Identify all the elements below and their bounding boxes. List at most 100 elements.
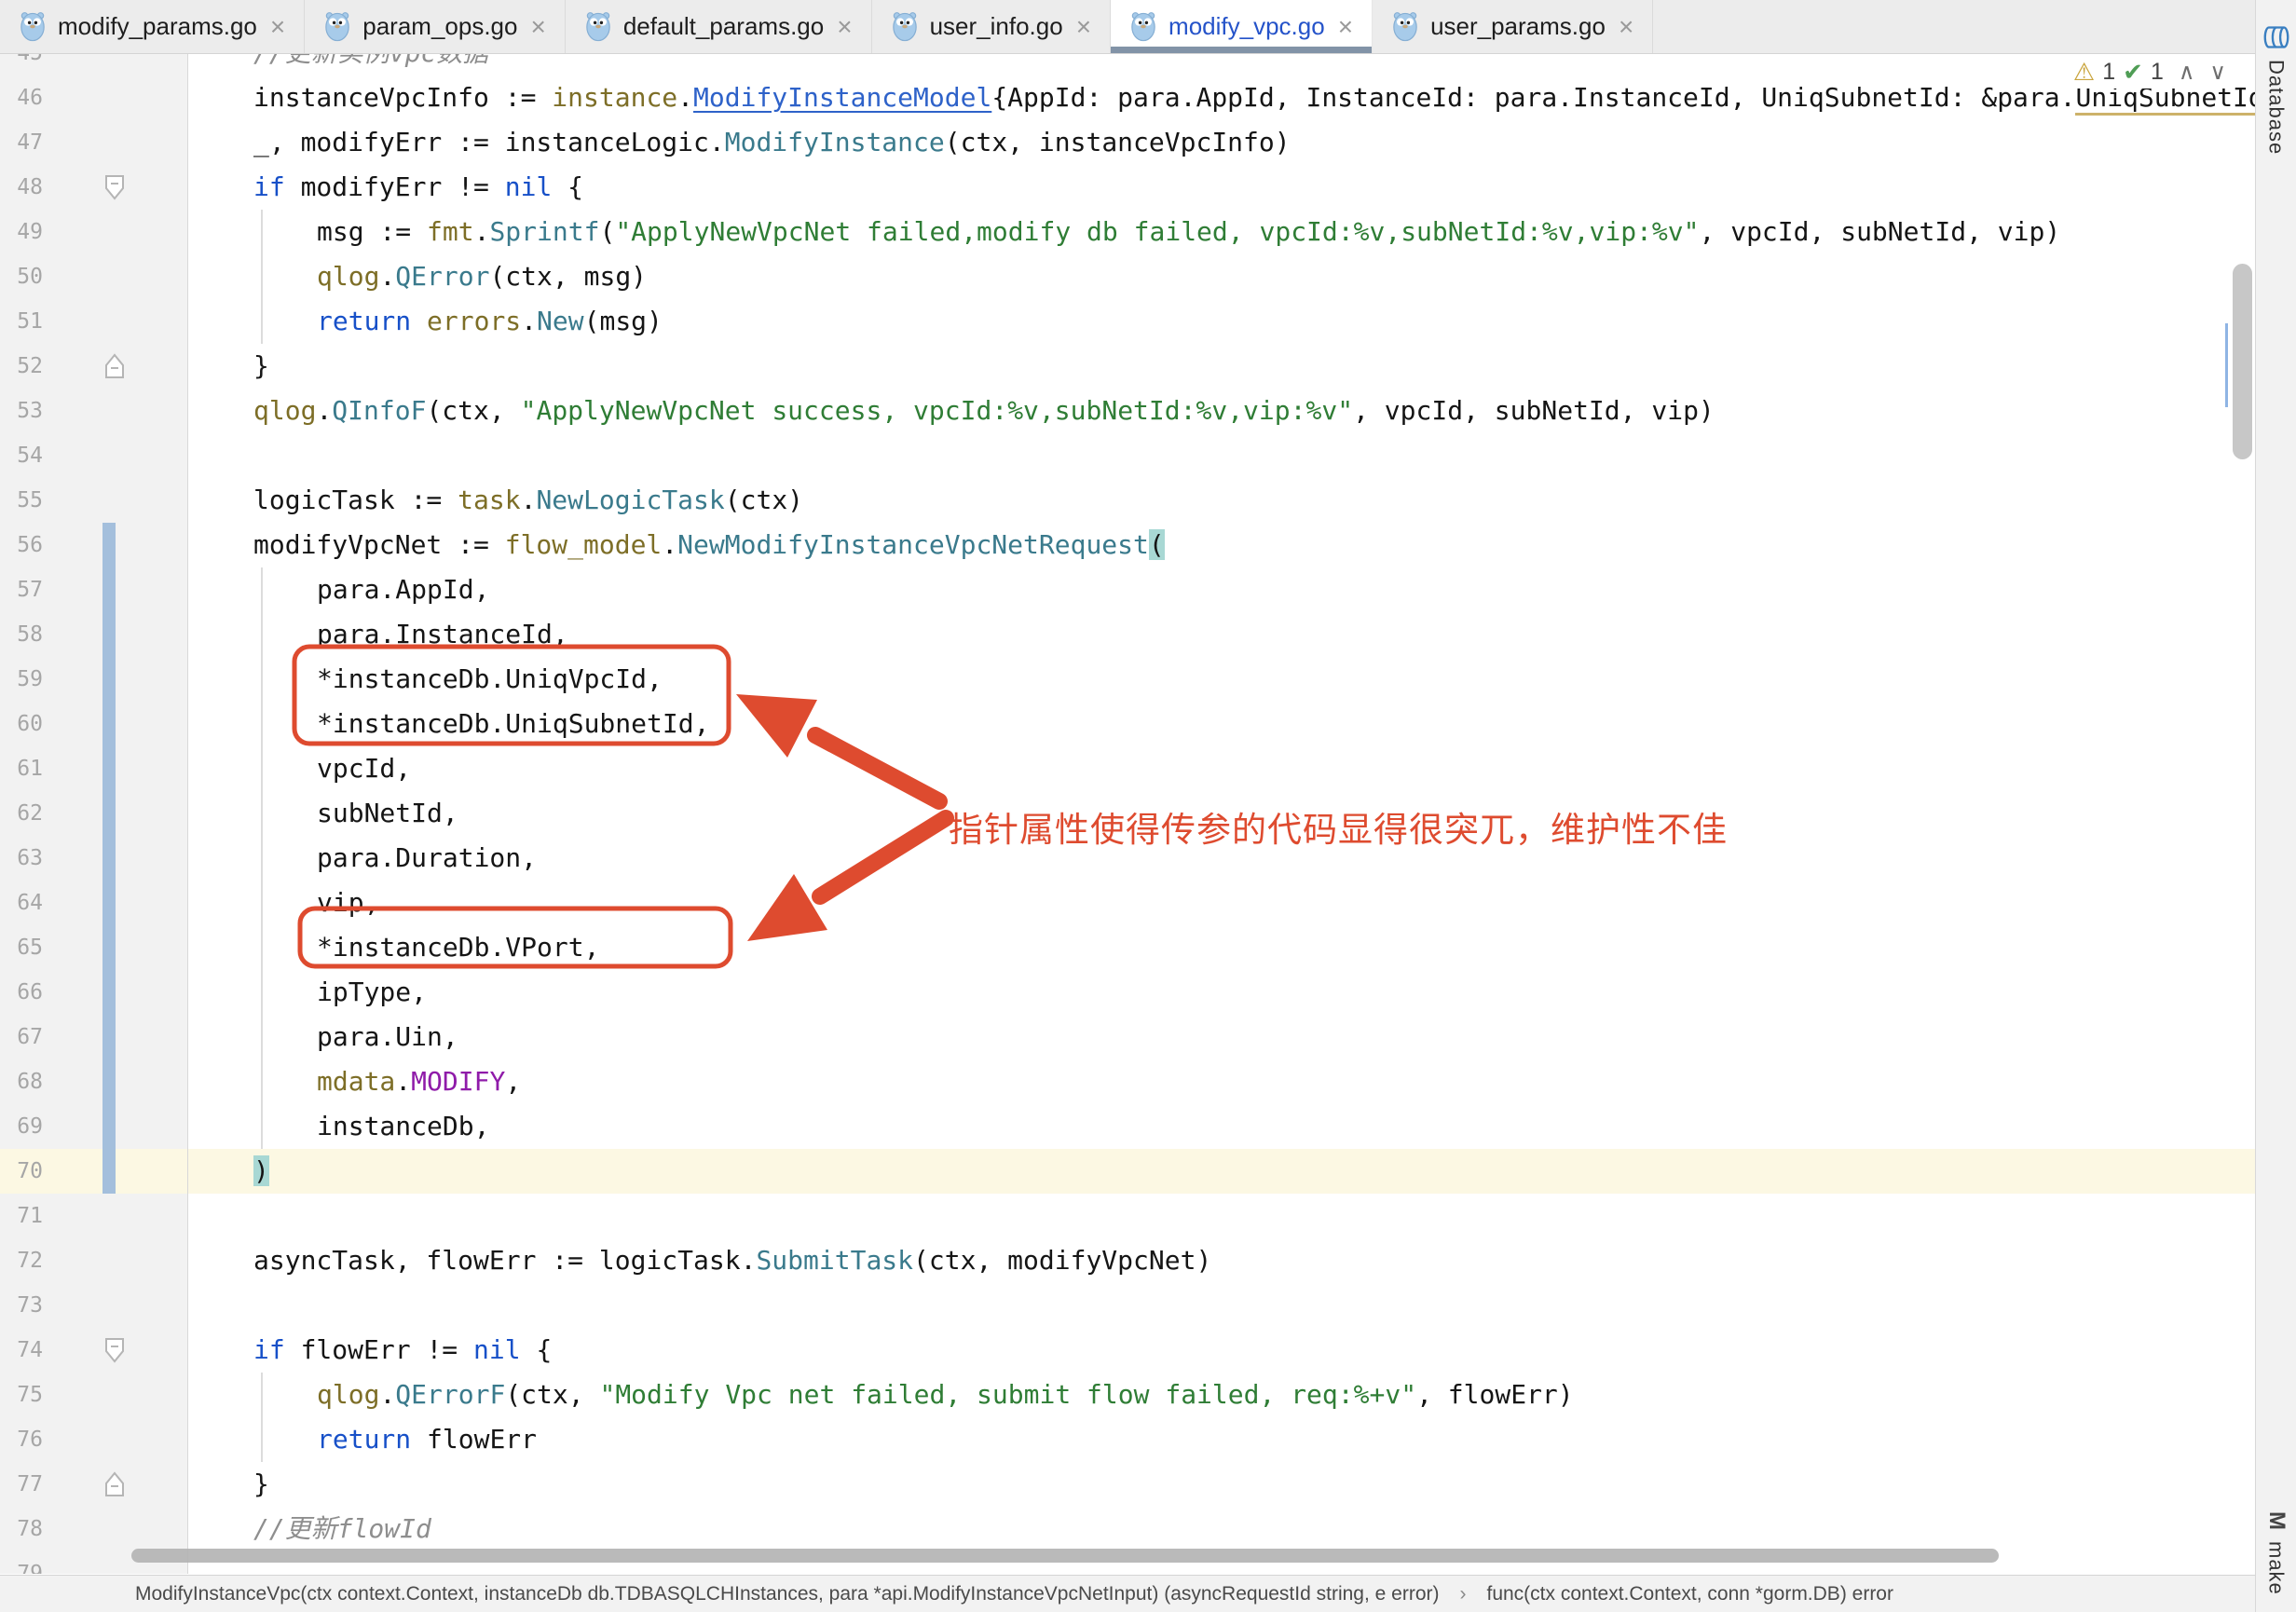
code-line[interactable]: 60*instanceDb.UniqSubnetId, xyxy=(0,702,2256,746)
code-editor[interactable]: 45//更新实例vpc数据46instanceVpcInfo := instan… xyxy=(0,0,2256,1574)
code-line[interactable]: 52} xyxy=(0,344,2256,389)
code-line[interactable]: 57para.AppId, xyxy=(0,567,2256,612)
line-number[interactable]: 54 xyxy=(0,433,43,478)
line-number[interactable]: 70 xyxy=(0,1149,43,1194)
line-number[interactable]: 73 xyxy=(0,1283,43,1328)
line-number[interactable]: 66 xyxy=(0,970,43,1015)
line-number[interactable]: 77 xyxy=(0,1462,43,1507)
code-line[interactable]: 72asyncTask, flowErr := logicTask.Submit… xyxy=(0,1238,2256,1283)
line-number[interactable]: 60 xyxy=(0,702,43,746)
code-line[interactable]: 66ipType, xyxy=(0,970,2256,1015)
vcs-change-marker xyxy=(102,791,116,836)
code-line[interactable]: 59*instanceDb.UniqVpcId, xyxy=(0,657,2256,702)
tab-default_params.go[interactable]: default_params.go× xyxy=(566,0,872,53)
database-tool-button[interactable]: Database xyxy=(2264,60,2289,155)
line-number[interactable]: 49 xyxy=(0,210,43,254)
horizontal-scrollbar[interactable] xyxy=(131,1549,1999,1563)
line-number[interactable]: 68 xyxy=(0,1059,43,1104)
code-line[interactable]: 58para.InstanceId, xyxy=(0,612,2256,657)
line-number[interactable]: 55 xyxy=(0,478,43,523)
line-number[interactable]: 47 xyxy=(0,120,43,165)
tab-label: modify_vpc.go xyxy=(1168,12,1325,41)
line-number[interactable]: 57 xyxy=(0,567,43,612)
code-line[interactable]: 73 xyxy=(0,1283,2256,1328)
make-tool-button[interactable]: make xyxy=(2264,1541,2289,1595)
tab-label: modify_params.go xyxy=(58,12,257,41)
code-line[interactable]: 76return flowErr xyxy=(0,1417,2256,1462)
prev-issue-icon[interactable]: ∧ xyxy=(2179,59,2195,86)
line-number[interactable]: 58 xyxy=(0,612,43,657)
line-number[interactable]: 50 xyxy=(0,254,43,299)
line-number[interactable]: 56 xyxy=(0,523,43,567)
code-line[interactable]: 56modifyVpcNet := flow_model.NewModifyIn… xyxy=(0,523,2256,567)
code-line[interactable]: 70) xyxy=(0,1149,2256,1194)
tab-modify_params.go[interactable]: modify_params.go × xyxy=(0,0,305,53)
code-line[interactable]: 78//更新flowId xyxy=(0,1507,2256,1551)
line-number[interactable]: 72 xyxy=(0,1238,43,1283)
line-number[interactable]: 76 xyxy=(0,1417,43,1462)
line-number[interactable]: 69 xyxy=(0,1104,43,1149)
gutter-divider xyxy=(187,0,188,1574)
code-line[interactable]: 46instanceVpcInfo := instance.ModifyInst… xyxy=(0,75,2256,120)
code-line[interactable]: 64vip, xyxy=(0,881,2256,925)
code-line[interactable]: 68mdata.MODIFY, xyxy=(0,1059,2256,1104)
code-line[interactable]: 53qlog.QInfoF(ctx, "ApplyNewVpcNet succe… xyxy=(0,389,2256,433)
inspections-widget[interactable]: ⚠1 ✔1 ∧ ∨ xyxy=(2066,56,2234,89)
code-line[interactable]: 48if modifyErr != nil { xyxy=(0,165,2256,210)
tab-close-icon[interactable]: × xyxy=(1619,14,1633,40)
tab-param_ops.go[interactable]: param_ops.go× xyxy=(305,0,566,53)
tab-close-icon[interactable]: × xyxy=(270,14,285,40)
line-number[interactable]: 46 xyxy=(0,75,43,120)
vertical-scrollbar[interactable] xyxy=(2233,264,2252,459)
line-number[interactable]: 62 xyxy=(0,791,43,836)
code-line[interactable]: 54 xyxy=(0,433,2256,478)
code-line[interactable]: 51return errors.New(msg) xyxy=(0,299,2256,344)
line-number[interactable]: 64 xyxy=(0,881,43,925)
line-number[interactable]: 61 xyxy=(0,746,43,791)
fold-marker-down[interactable] xyxy=(104,1337,125,1363)
fold-marker-down[interactable] xyxy=(104,174,125,200)
database-icon xyxy=(2263,24,2289,50)
next-issue-icon[interactable]: ∨ xyxy=(2209,59,2226,86)
tab-close-icon[interactable]: × xyxy=(837,14,852,40)
code-line[interactable]: 50qlog.QError(ctx, msg) xyxy=(0,254,2256,299)
line-number[interactable]: 79 xyxy=(0,1551,43,1574)
tab-close-icon[interactable]: × xyxy=(1338,14,1353,40)
code-line[interactable]: 77} xyxy=(0,1462,2256,1507)
line-number[interactable]: 59 xyxy=(0,657,43,702)
line-number[interactable]: 63 xyxy=(0,836,43,881)
code-line[interactable]: 69instanceDb, xyxy=(0,1104,2256,1149)
line-number[interactable]: 71 xyxy=(0,1194,43,1238)
breadcrumb-closure-signature[interactable]: func(ctx context.Context, conn *gorm.DB)… xyxy=(1486,1583,1893,1605)
breadcrumb-bar: ModifyInstanceVpc(ctx context.Context, i… xyxy=(0,1575,2256,1612)
line-number[interactable]: 75 xyxy=(0,1373,43,1417)
vcs-change-marker xyxy=(102,1104,116,1149)
line-number[interactable]: 65 xyxy=(0,925,43,970)
tab-user_params.go[interactable]: user_params.go× xyxy=(1373,0,1653,53)
line-number[interactable]: 51 xyxy=(0,299,43,344)
tab-close-icon[interactable]: × xyxy=(530,14,545,40)
tab-user_info.go[interactable]: user_info.go× xyxy=(872,0,1111,53)
line-number[interactable]: 67 xyxy=(0,1015,43,1059)
code-line[interactable]: 71 xyxy=(0,1194,2256,1238)
code-line[interactable]: 55logicTask := task.NewLogicTask(ctx) xyxy=(0,478,2256,523)
code-line[interactable]: 65*instanceDb.VPort, xyxy=(0,925,2256,970)
code-line[interactable]: 75qlog.QErrorF(ctx, "Modify Vpc net fail… xyxy=(0,1373,2256,1417)
fold-marker-up[interactable] xyxy=(104,353,125,379)
line-number[interactable]: 53 xyxy=(0,389,43,433)
code-line[interactable]: 61vpcId, xyxy=(0,746,2256,791)
tab-close-icon[interactable]: × xyxy=(1076,14,1091,40)
code-line[interactable]: 74if flowErr != nil { xyxy=(0,1328,2256,1373)
warning-count: 1 xyxy=(2102,59,2115,86)
fold-marker-up[interactable] xyxy=(104,1471,125,1497)
code-line[interactable]: 49msg := fmt.Sprintf("ApplyNewVpcNet fai… xyxy=(0,210,2256,254)
line-number[interactable]: 48 xyxy=(0,165,43,210)
line-number[interactable]: 78 xyxy=(0,1507,43,1551)
breadcrumb-function-signature[interactable]: ModifyInstanceVpc(ctx context.Context, i… xyxy=(135,1583,1439,1605)
code-line[interactable]: 47_, modifyErr := instanceLogic.ModifyIn… xyxy=(0,120,2256,165)
vcs-change-marker xyxy=(102,881,116,925)
tab-modify_vpc.go[interactable]: modify_vpc.go × xyxy=(1111,0,1373,53)
line-number[interactable]: 52 xyxy=(0,344,43,389)
code-line[interactable]: 67para.Uin, xyxy=(0,1015,2256,1059)
line-number[interactable]: 74 xyxy=(0,1328,43,1373)
